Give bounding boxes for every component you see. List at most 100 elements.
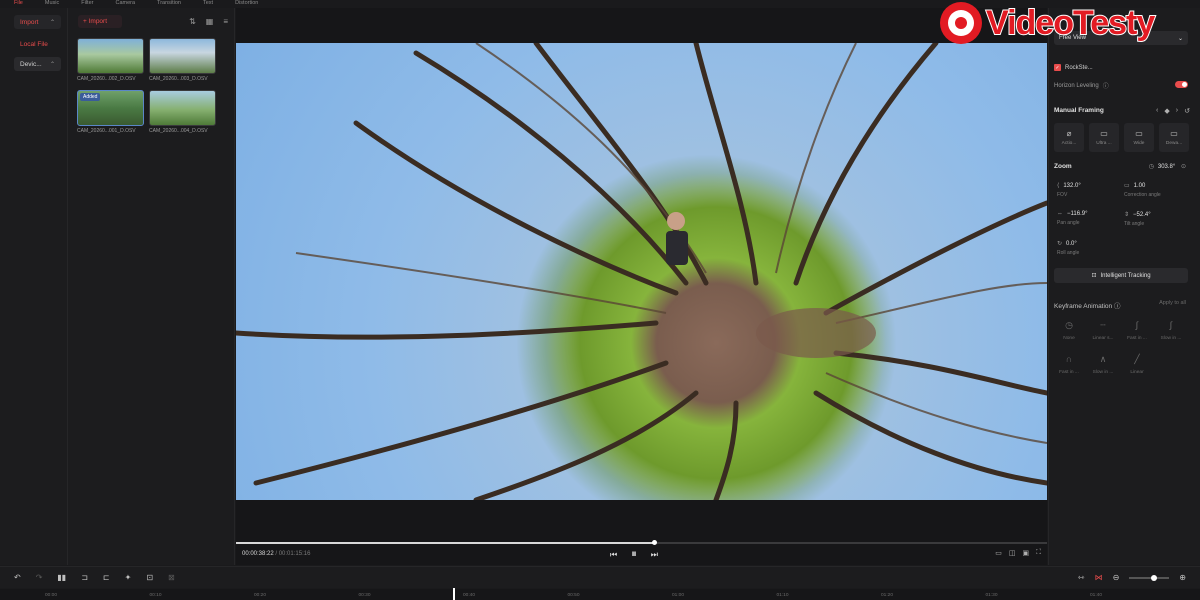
media-caption: CAM_20260...004_D.OSV (149, 128, 208, 134)
action-view-icon: ⌀ (1066, 129, 1072, 138)
import-button[interactable]: + Import (78, 15, 122, 28)
add-keyframe-icon[interactable]: ✦ (125, 573, 132, 582)
tab-filter[interactable]: Filter (67, 0, 101, 8)
chevron-left-icon[interactable]: ‹ (1156, 107, 1158, 115)
redo-icon[interactable]: ↷ (36, 573, 43, 582)
media-caption: CAM_20260...001_D.OSV (77, 128, 136, 134)
split-icon[interactable]: ▮▮ (57, 573, 66, 582)
fov-label: FOV (1057, 192, 1068, 198)
keyframe-animation-title: Keyframe Animation ⓘ (1054, 300, 1120, 310)
fullscreen-icon[interactable]: ⛶ (1036, 549, 1041, 557)
apply-to-all-link[interactable]: Apply to all (1159, 300, 1186, 306)
ruler-tick-label: 01:20 (881, 593, 894, 598)
media-thumbnail[interactable]: Added (77, 90, 144, 126)
app-window: File Music Filter Camera Transition Text… (0, 0, 1200, 600)
reset-icon[interactable]: ↺ (1184, 107, 1190, 115)
tilt-param[interactable]: ⇕ −52.4° Tilt angle (1124, 211, 1151, 227)
undo-icon[interactable]: ↶ (14, 573, 21, 582)
preset-ultra[interactable]: ▭ Ultra ... (1089, 123, 1119, 152)
sort-icon[interactable]: ⇅ (189, 17, 196, 26)
keyframe-icon[interactable]: ◆ (1164, 107, 1169, 115)
curve-label: Linear (1130, 370, 1144, 375)
curve-none[interactable]: ◷ None (1057, 316, 1081, 342)
filter-sort-icon[interactable]: ≡ (223, 17, 228, 26)
preset-action[interactable]: ⌀ Actio... (1054, 123, 1084, 152)
zoom-slider-knob[interactable] (1151, 574, 1158, 581)
sidebar-item-device[interactable]: Devic... ⌃ (14, 57, 61, 71)
wide-view-icon: ▭ (1135, 129, 1143, 138)
crop-icon[interactable]: ⊠ (168, 573, 175, 582)
curve-slow-in[interactable]: ∫ Slow in ... (1159, 316, 1183, 341)
curve-label: Fast in ... (1059, 370, 1079, 375)
tab-distortion[interactable]: Distortion (221, 0, 266, 8)
tab-transition[interactable]: Transition (143, 0, 189, 8)
curve-label: Slow in ... (1160, 336, 1182, 341)
media-thumbnail[interactable] (149, 38, 216, 74)
video-preview[interactable] (236, 43, 1047, 500)
pause-icon[interactable]: ⏸ (631, 548, 637, 561)
roll-value: 0.0° (1066, 241, 1077, 247)
preset-dewarp[interactable]: ▭ Dewa... (1159, 123, 1189, 152)
snap-icon[interactable]: ⋈ (1095, 573, 1103, 582)
fit-timeline-icon[interactable]: ⇿ (1078, 573, 1085, 582)
videotesty-logo-icon (940, 2, 982, 44)
videotesty-watermark: VideoTesty (940, 2, 1156, 44)
media-thumbnail[interactable] (77, 38, 144, 74)
chevron-up-icon: ⌃ (49, 19, 55, 26)
chevron-right-icon[interactable]: › (1176, 107, 1178, 115)
progress-knob[interactable] (651, 540, 657, 545)
previous-frame-icon[interactable]: ⏮ (610, 550, 617, 560)
source-sidebar: Import ⌃ Local File Devic... ⌃ (0, 8, 68, 565)
fov-value: 132.0° (1063, 183, 1081, 189)
grid-view-icon[interactable]: ▦ (206, 17, 214, 26)
ruler-tick-label: 00:10 (149, 593, 162, 598)
tab-text[interactable]: Text (189, 0, 221, 8)
media-thumbnail[interactable] (149, 90, 216, 126)
trim-right-icon[interactable]: ⊏ (103, 573, 110, 582)
ruler-tick-label: 01:10 (776, 593, 789, 598)
fov-param[interactable]: ⟨ 132.0° FOV (1057, 182, 1081, 198)
playback-progress[interactable] (236, 540, 1047, 545)
correction-param[interactable]: ▭ 1.00 Correction angle (1124, 182, 1161, 198)
curve-linear[interactable]: ╱ Linear (1125, 350, 1149, 376)
snapshot-icon[interactable]: ▣ (1022, 549, 1029, 557)
roll-param[interactable]: ↻ 0.0° Roll angle (1057, 240, 1079, 256)
curve-fast-in-out[interactable]: ∩ Fast in ... (1057, 350, 1081, 375)
tab-file[interactable]: File (0, 0, 31, 8)
checkbox-checked-icon[interactable]: ✓ (1054, 64, 1061, 71)
sidebar-item-local-file[interactable]: Local File (14, 37, 61, 51)
tab-music[interactable]: Music (31, 0, 67, 8)
horizon-leveling-toggle[interactable] (1175, 81, 1188, 88)
timeline-zoom-slider[interactable] (1129, 574, 1170, 581)
preset-label: Wide (1133, 141, 1145, 146)
curve-linear-smooth[interactable]: ┄ Linear s... (1091, 316, 1115, 342)
trim-left-icon[interactable]: ⊐ (81, 573, 88, 582)
next-frame-icon[interactable]: ⏭ (651, 550, 658, 560)
tab-camera[interactable]: Camera (101, 0, 143, 8)
timeline-playhead[interactable] (453, 588, 455, 600)
roll-icon: ↻ (1057, 241, 1063, 247)
pan-param[interactable]: ⇔ −116.9° Pan angle (1057, 211, 1087, 226)
curve-slow-in-out[interactable]: ∧ Slow in ... (1091, 350, 1115, 376)
horizon-leveling-label: Horizon Leveling (1054, 82, 1099, 89)
keyframe-animation-label: Keyframe Animation (1054, 303, 1113, 310)
compare-icon[interactable]: ◫ (1009, 549, 1016, 557)
info-icon[interactable]: ⓘ (1114, 303, 1121, 310)
rocksteady-row[interactable]: ✓ RockSte... (1054, 64, 1093, 71)
zoom-value: 303.8° (1157, 164, 1176, 170)
preset-wide[interactable]: ▭ Wide (1124, 123, 1154, 152)
zoom-readout[interactable]: ◷ 303.8° ⊙ (1149, 163, 1190, 170)
correction-value: 1.00 (1133, 183, 1146, 189)
zoom-out-icon[interactable]: ⊖ (1113, 573, 1120, 582)
aspect-ratio-icon[interactable]: ▭ (995, 549, 1002, 557)
info-icon[interactable]: ⓘ (1103, 81, 1109, 90)
sidebar-item-import[interactable]: Import ⌃ (14, 15, 61, 29)
media-library-panel: + Import ⇅ ▦ ≡ CAM_20260...002_D.OSV CAM… (68, 8, 235, 565)
intelligent-tracking-button[interactable]: ⊡ Intelligent Tracking (1054, 268, 1188, 283)
curve-fast-in[interactable]: ∫ Fast in ... (1125, 316, 1149, 341)
zoom-in-icon[interactable]: ⊕ (1179, 573, 1186, 582)
preset-label: Actio... (1061, 141, 1077, 146)
timeline-ruler[interactable]: 00:00 00:10 00:20 00:30 00:40 00:50 01:00 01:10… (0, 589, 1200, 600)
freeze-frame-icon[interactable]: ⊡ (146, 573, 153, 582)
manual-framing-title: Manual Framing (1054, 107, 1104, 114)
